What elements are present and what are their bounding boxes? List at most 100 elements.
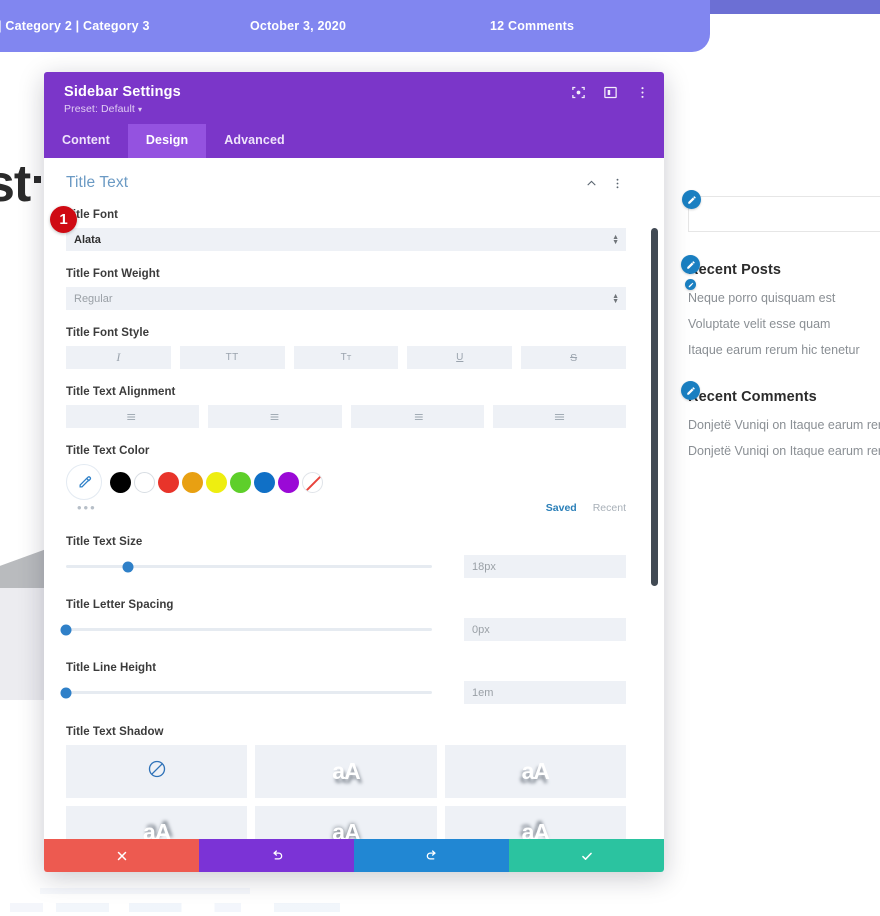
title-line-height-slider[interactable] [66,685,432,701]
align-left-button[interactable] [66,405,199,428]
title-letter-spacing-slider[interactable] [66,622,432,638]
shadow-bottom-right[interactable]: aA [255,745,436,798]
saved-recent-tabs: Saved Recent [546,502,626,514]
small-caps-button[interactable]: TT [294,346,399,369]
post-categories: | Category 2 | Category 3 [0,19,150,33]
title-line-height-input[interactable]: 1em [464,681,626,704]
shadow-center[interactable]: aA [255,806,436,839]
title-text-size-slider[interactable] [66,559,432,575]
panel-layout-icon[interactable] [603,85,618,100]
italic-button[interactable]: I [66,346,171,369]
eyedropper-icon[interactable] [66,464,102,500]
swatch-green[interactable] [230,472,251,493]
modal-body: Title Text Title Font Alata [44,158,664,839]
swatch-blue[interactable] [254,472,275,493]
recent-post-item[interactable]: Neque porro quisquam est [688,291,860,305]
recent-post-item[interactable]: Itaque earum rerum hic tenetur [688,343,860,357]
title-letter-spacing-input[interactable]: 0px [464,618,626,641]
underline-button[interactable]: U [407,346,512,369]
title-letter-spacing-row: 0px [66,618,626,641]
more-vertical-icon[interactable] [611,177,624,190]
title-square-dot [34,176,41,183]
chevron-up-icon[interactable] [585,177,598,190]
section-title: Title Text [66,174,128,192]
tab-design[interactable]: Design [128,124,206,158]
align-right-button[interactable] [351,405,484,428]
swatch-none[interactable] [302,472,323,493]
slider-knob[interactable] [61,624,72,635]
title-text-size-label: Title Text Size [66,536,626,548]
edit-recent-posts-widget-icon[interactable] [681,255,700,274]
title-font-label: Title Font [66,209,626,221]
field-title-text-size: Title Text Size 18px [44,536,648,578]
title-font-weight-select[interactable]: Regular ▲▼ [66,287,626,310]
post-title-fragment: st [0,158,41,210]
slider-track [66,691,432,694]
sidebar-settings-modal: Sidebar Settings Preset: Default ▾ [44,72,664,872]
undo-icon [270,849,284,863]
section-actions [585,177,628,190]
align-center-button[interactable] [208,405,341,428]
align-justify-button[interactable] [493,405,626,428]
save-button[interactable] [509,839,664,872]
strikethrough-button[interactable]: S [521,346,626,369]
post-date: October 3, 2020 [250,19,346,33]
tab-advanced[interactable]: Advanced [206,124,303,158]
cancel-button[interactable] [44,839,199,872]
recent-comment-item[interactable]: Donjetë Vuniqi on Itaque earum rerum [688,444,880,458]
field-title-text-alignment: Title Text Alignment [44,386,648,428]
preset-selector[interactable]: Preset: Default ▾ [64,103,648,115]
redo-button[interactable] [354,839,509,872]
swatch-yellow[interactable] [206,472,227,493]
slider-knob[interactable] [123,561,134,572]
edit-recent-posts-list-icon[interactable] [685,279,696,290]
scrollbar-thumb[interactable] [651,228,658,586]
more-vertical-icon[interactable] [635,85,650,100]
focus-target-icon[interactable] [571,85,586,100]
saved-colors-tab[interactable]: Saved [546,502,577,514]
title-font-weight-value: Regular [74,293,113,305]
recent-comment-item[interactable]: Donjetë Vuniqi on Itaque earum rerum [688,418,880,432]
title-font-select[interactable]: Alata ▲▼ [66,228,626,251]
recent-colors-tab[interactable]: Recent [593,502,626,514]
modal-header-icons [571,85,650,100]
shadow-top-right[interactable]: aA [66,806,247,839]
swatch-red[interactable] [158,472,179,493]
settings-scrollbar[interactable] [653,158,661,839]
swatch-orange[interactable] [182,472,203,493]
screen-root: | Category 2 | Category 3 October 3, 202… [0,0,880,916]
title-text-size-row: 18px [66,555,626,578]
widget-recent-posts: Recent Posts Neque porro quisquam est Vo… [688,262,860,357]
shadow-none[interactable] [66,745,247,798]
color-swatch-row [66,464,626,500]
edit-recent-comments-widget-icon[interactable] [681,381,700,400]
select-spinner-icon: ▲▼ [612,235,619,245]
title-text-size-input[interactable]: 18px [464,555,626,578]
shadow-sample-text: aA [522,819,549,839]
title-line-height-label: Title Line Height [66,662,626,674]
tab-content[interactable]: Content [44,124,128,158]
shadow-top-left[interactable]: aA [445,806,626,839]
title-text-alignment-label: Title Text Alignment [66,386,626,398]
post-meta-bar: | Category 2 | Category 3 October 3, 202… [0,0,710,52]
sidebar-search-field[interactable] [688,196,880,232]
title-text-color-label: Title Text Color [66,445,626,457]
check-icon [580,849,594,863]
uppercase-button[interactable]: TT [180,346,285,369]
swatch-white[interactable] [134,472,155,493]
field-title-font-weight: Title Font Weight Regular ▲▼ [44,268,648,310]
post-comments: 12 Comments [490,19,574,33]
more-colors-button[interactable]: ••• [77,504,626,512]
select-spinner-icon: ▲▼ [612,294,619,304]
field-title-text-color: Title Text Color [44,445,648,512]
undo-button[interactable] [199,839,354,872]
swatch-black[interactable] [110,472,131,493]
title-font-weight-label: Title Font Weight [66,268,626,280]
recent-post-item[interactable]: Voluptate velit esse quam [688,317,860,331]
field-title-font-style: Title Font Style I TT TT U S [44,327,648,369]
slider-knob[interactable] [61,687,72,698]
edit-search-widget-icon[interactable] [682,190,701,209]
slider-track [66,628,432,631]
shadow-bottom-left[interactable]: aA [445,745,626,798]
swatch-purple[interactable] [278,472,299,493]
